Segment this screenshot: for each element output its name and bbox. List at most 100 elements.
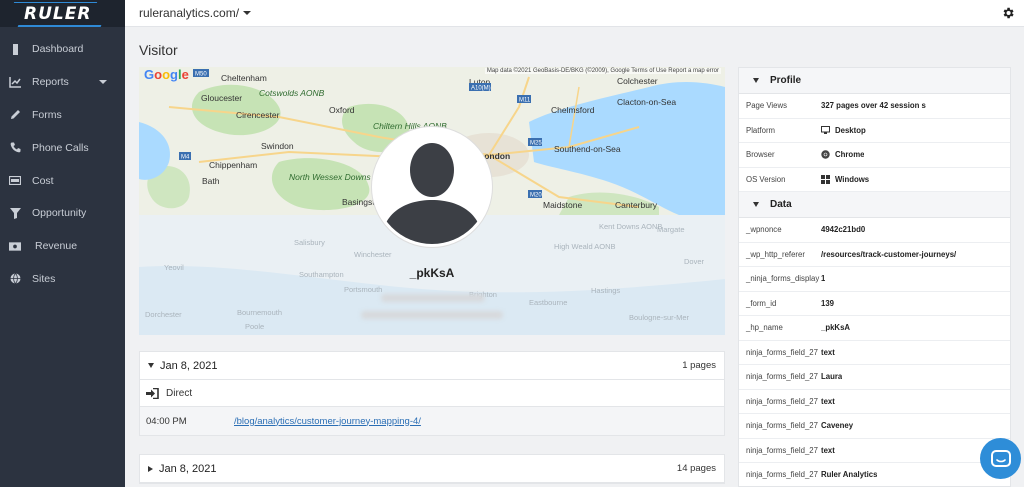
cash-icon bbox=[9, 240, 21, 252]
data-value: _pkKsA bbox=[821, 323, 851, 333]
gear-icon[interactable] bbox=[1001, 6, 1015, 20]
visitor-details-panel: Profile Page Views 327 pages over 42 ses… bbox=[738, 67, 1011, 487]
visitor-map-card: Cheltenham Gloucester Cotswolds AONB Oxf… bbox=[139, 67, 725, 335]
sidebar-item-sites[interactable]: Sites bbox=[0, 263, 125, 296]
profile-key: OS Version bbox=[746, 174, 786, 184]
page-visit-row: 04:00 PM /blog/analytics/customer-journe… bbox=[140, 407, 724, 435]
visit-time: 04:00 PM bbox=[146, 415, 187, 427]
session-header[interactable]: Jan 8, 2021 14 pages bbox=[140, 455, 724, 483]
session-page-count: 14 pages bbox=[676, 463, 716, 474]
map-label: Bournemouth bbox=[237, 308, 282, 317]
sidebar-item-revenue[interactable]: Revenue bbox=[0, 230, 125, 263]
map-label: Maidstone bbox=[543, 200, 582, 210]
redacted-email bbox=[381, 294, 485, 302]
session-card: Jan 8, 2021 1 pages Direct 04:00 PM /blo… bbox=[139, 351, 725, 436]
data-value: text bbox=[821, 396, 835, 406]
data-key: _wpnonce bbox=[746, 225, 782, 235]
profile-row: Page Views 327 pages over 42 session s bbox=[739, 94, 1010, 119]
user-silhouette-icon bbox=[375, 130, 489, 244]
data-value: /resources/track-customer-journeys/ bbox=[821, 249, 957, 259]
map-label: Eastbourne bbox=[529, 298, 567, 307]
reports-chart-icon bbox=[9, 76, 21, 88]
data-row: _wpnonce 4942c21bd0 bbox=[739, 218, 1010, 243]
money-icon bbox=[9, 175, 21, 187]
profile-section-header[interactable]: Profile bbox=[739, 68, 1010, 94]
data-value: Laura bbox=[821, 372, 843, 382]
map-label: Southend-on-Sea bbox=[554, 144, 621, 154]
ruler-logo[interactable]: RULER bbox=[18, 4, 97, 24]
visit-url-link[interactable]: /blog/analytics/customer-journey-mapping… bbox=[234, 416, 421, 427]
profile-header-label: Profile bbox=[770, 75, 802, 86]
data-row: ninja_forms_field_27 text bbox=[739, 390, 1010, 414]
sidebar-item-opportunity[interactable]: Opportunity bbox=[0, 197, 125, 230]
logo-area[interactable]: RULER bbox=[0, 0, 125, 27]
data-section-header[interactable]: Data bbox=[739, 192, 1010, 218]
sidebar-item-reports[interactable]: Reports bbox=[0, 66, 125, 99]
data-value: text bbox=[821, 347, 835, 357]
data-row: _form_id 139 bbox=[739, 292, 1010, 316]
map-label: High Weald AONB bbox=[554, 242, 616, 251]
caret-down-icon bbox=[753, 78, 759, 83]
data-key: _form_id bbox=[746, 298, 777, 308]
profile-row: Browser Chrome bbox=[739, 143, 1010, 168]
sidebar-item-label: Reports bbox=[32, 76, 69, 89]
map-label: Cotswolds AONB bbox=[259, 88, 325, 98]
windows-icon bbox=[821, 174, 830, 184]
map-label: Colchester bbox=[617, 76, 658, 86]
session-header[interactable]: Jan 8, 2021 1 pages bbox=[140, 352, 724, 380]
session-date: Jan 8, 2021 bbox=[159, 462, 217, 475]
data-key: ninja_forms_field_27 bbox=[746, 445, 818, 455]
caret-down-icon bbox=[753, 202, 759, 207]
map-label: Margate bbox=[657, 225, 685, 234]
road-label: A10(M) bbox=[471, 86, 491, 92]
data-key: _hp_name bbox=[746, 323, 783, 333]
data-row: _wp_http_referer /resources/track-custom… bbox=[739, 243, 1010, 267]
map-label: Winchester bbox=[354, 250, 392, 259]
sign-in-icon bbox=[146, 387, 159, 399]
data-row: ninja_forms_field_27 Laura bbox=[739, 365, 1010, 390]
sidebar-item-label: Phone Calls bbox=[32, 141, 89, 154]
profile-value-wrap: Desktop bbox=[821, 126, 866, 135]
map-label: Bath bbox=[202, 176, 220, 186]
profile-value-wrap: Windows bbox=[821, 174, 869, 184]
data-key: ninja_forms_field_27 bbox=[746, 396, 818, 406]
data-header-label: Data bbox=[770, 199, 792, 210]
google-logo: Google bbox=[144, 67, 189, 82]
chat-icon bbox=[990, 449, 1011, 467]
profile-row: Platform Desktop bbox=[739, 119, 1010, 143]
map-label: Gloucester bbox=[201, 93, 242, 103]
caret-right-icon bbox=[148, 465, 153, 472]
map-label: Salisbury bbox=[294, 238, 325, 247]
sidebar-item-label: Sites bbox=[32, 272, 56, 285]
sidebar-item-dashboard[interactable]: Dashboard bbox=[0, 33, 125, 66]
pencil-icon bbox=[9, 109, 21, 121]
data-row: _ninja_forms_display 1 bbox=[739, 267, 1010, 292]
sidebar-item-label: Forms bbox=[32, 108, 62, 121]
map-attribution[interactable]: Map data ©2021 GeoBasis-DE/BKG (©2009), … bbox=[484, 68, 721, 74]
dashboard-icon bbox=[9, 43, 21, 55]
page-title: Visitor bbox=[139, 42, 178, 58]
data-value: 1 bbox=[821, 274, 826, 284]
data-value: Ruler Analytics bbox=[821, 470, 878, 480]
road-label: M4 bbox=[181, 155, 190, 161]
data-key: ninja_forms_field_27 bbox=[746, 421, 818, 431]
data-key: ninja_forms_field_27 bbox=[746, 347, 818, 357]
desktop-icon bbox=[821, 126, 830, 135]
chat-launcher-button[interactable] bbox=[980, 438, 1021, 479]
site-selector[interactable]: ruleranalytics.com/ bbox=[139, 6, 252, 20]
data-row: ninja_forms_field_27 Caveney bbox=[739, 414, 1010, 439]
sidebar-item-phone-calls[interactable]: Phone Calls bbox=[0, 131, 125, 164]
data-row: _hp_name _pkKsA bbox=[739, 316, 1010, 341]
sidebar: RULER Dashboard Reports Forms Phone Call… bbox=[0, 0, 125, 487]
sidebar-nav: Dashboard Reports Forms Phone Calls Cost… bbox=[0, 27, 125, 295]
profile-value: 327 pages over 42 session s bbox=[821, 101, 926, 111]
avatar bbox=[372, 127, 492, 247]
map-label: Swindon bbox=[261, 141, 294, 151]
data-key: _wp_http_referer bbox=[746, 249, 805, 259]
sidebar-item-cost[interactable]: Cost bbox=[0, 164, 125, 197]
map-label: Boulogne-sur-Mer bbox=[629, 313, 690, 322]
sidebar-item-forms[interactable]: Forms bbox=[0, 99, 125, 132]
map-label: Clacton-on-Sea bbox=[617, 97, 676, 107]
profile-key: Page Views bbox=[746, 101, 788, 111]
site-selector-label: ruleranalytics.com/ bbox=[139, 6, 240, 20]
